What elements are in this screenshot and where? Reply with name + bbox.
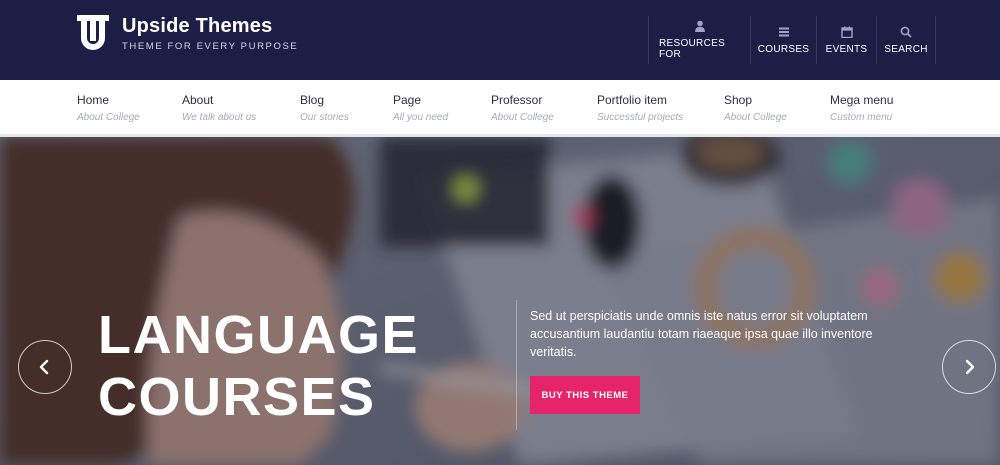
nav-item-portfolio[interactable]: Portfolio item Successful projects bbox=[597, 80, 683, 137]
events-link[interactable]: EVENTS bbox=[816, 16, 876, 64]
nav-item-subtitle: Custom menu bbox=[830, 112, 893, 123]
search-label: SEARCH bbox=[884, 43, 928, 55]
chevron-left-icon bbox=[39, 359, 49, 375]
nav-item-subtitle: Our stories bbox=[300, 112, 349, 123]
nav-item-title: Portfolio item bbox=[597, 93, 668, 107]
nav-item-title: Professor bbox=[491, 93, 543, 107]
nav-item-shop[interactable]: Shop About College bbox=[724, 80, 787, 137]
nav-item-title: Blog bbox=[300, 93, 325, 107]
nav-item-about[interactable]: About We talk about us bbox=[182, 80, 256, 137]
nav-item-subtitle: Successful projects bbox=[597, 112, 684, 123]
hero-title: LANGUAGE COURSES bbox=[98, 304, 419, 428]
nav-item-professor[interactable]: Professor About College bbox=[491, 80, 554, 137]
nav-item-subtitle: About College bbox=[491, 112, 554, 123]
search-icon bbox=[900, 26, 912, 38]
logo-icon bbox=[77, 15, 109, 50]
search-link[interactable]: SEARCH bbox=[876, 16, 936, 64]
events-label: EVENTS bbox=[825, 43, 868, 55]
nav-item-title: About bbox=[182, 93, 214, 107]
nav-item-blog[interactable]: Blog Our stories bbox=[300, 80, 349, 137]
nav-item-mega-menu[interactable]: Mega menu Custom menu bbox=[830, 80, 893, 137]
nav-item-page[interactable]: Page All you need bbox=[393, 80, 448, 137]
chevron-right-icon bbox=[965, 359, 975, 375]
nav-item-title: Page bbox=[393, 93, 422, 107]
nav-item-title: Shop bbox=[724, 93, 753, 107]
top-header: Upside Themes THEME FOR EVERY PURPOSE RE… bbox=[0, 0, 1000, 80]
hero-title-line-2: COURSES bbox=[98, 367, 376, 427]
resources-for-link[interactable]: RESOURCES FOR bbox=[648, 16, 750, 64]
calendar-icon bbox=[840, 26, 853, 38]
courses-link[interactable]: COURSES bbox=[750, 16, 816, 64]
hero-slider: LANGUAGE COURSES Sed ut perspiciatis und… bbox=[0, 137, 1000, 465]
nav-item-subtitle: We talk about us bbox=[182, 112, 257, 123]
brand-title: Upside Themes bbox=[122, 15, 273, 37]
nav-item-home[interactable]: Home About College bbox=[77, 80, 140, 140]
nav-item-subtitle: All you need bbox=[393, 112, 449, 123]
hero-divider bbox=[516, 300, 517, 430]
resources-for-label: RESOURCES FOR bbox=[659, 38, 726, 60]
user-icon bbox=[694, 20, 705, 32]
brand-tagline: THEME FOR EVERY PURPOSE bbox=[122, 41, 299, 52]
slider-next-button[interactable] bbox=[942, 340, 996, 394]
nav-item-title: Mega menu bbox=[830, 93, 894, 107]
nav-item-subtitle: About College bbox=[724, 112, 787, 123]
courses-label: COURSES bbox=[757, 43, 810, 55]
top-links: RESOURCES FOR COURSES EVENTS SEARCH bbox=[648, 16, 936, 64]
hero-description: Sed ut perspiciatis unde omnis iste natu… bbox=[530, 309, 873, 359]
slider-prev-button[interactable] bbox=[18, 340, 72, 394]
nav-item-title: Home bbox=[77, 93, 110, 107]
buy-theme-button[interactable]: BUY THIS THEME bbox=[530, 376, 640, 414]
brand-logo[interactable]: Upside Themes THEME FOR EVERY PURPOSE bbox=[76, 14, 298, 52]
list-icon bbox=[778, 27, 789, 36]
hero-title-line-1: LANGUAGE bbox=[98, 305, 419, 365]
main-nav: Home About College About We talk about u… bbox=[0, 80, 1000, 140]
nav-item-subtitle: About College bbox=[77, 112, 140, 123]
